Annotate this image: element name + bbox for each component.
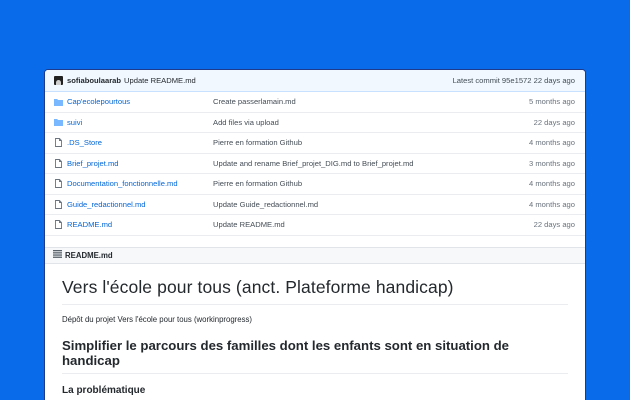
file-name-link[interactable]: Documentation_fonctionnelle.md [67, 179, 213, 188]
file-age: 3 months ago [528, 158, 575, 168]
folder-icon [54, 97, 63, 107]
commit-message[interactable]: Update README.md [124, 76, 196, 85]
file-commit-message[interactable]: Add files via upload [213, 118, 534, 127]
latest-commit-info[interactable]: Latest commit 95e1572 22 days ago [453, 76, 575, 85]
file-name-link[interactable]: Brief_projet.md [67, 159, 213, 168]
file-name-link[interactable]: suivi [67, 118, 213, 127]
file-age: 4 months ago [528, 179, 575, 189]
file-row[interactable]: Brief_projet.md Update and rename Brief_p… [45, 154, 585, 174]
file-commit-message[interactable]: Pierre en formation Github [213, 179, 529, 188]
file-commit-message[interactable]: Create passerlamain.md [213, 97, 529, 106]
commit-author[interactable]: sofiaboulaarab [67, 76, 121, 85]
file-row[interactable]: Cap'ecolepourtous Create passerlamain.md 5… [45, 92, 585, 113]
avatar[interactable] [54, 76, 63, 85]
file-age: 5 months ago [528, 97, 575, 107]
file-commit-message[interactable]: Update Guide_redactionnel.md [213, 200, 529, 209]
file-row[interactable]: .DS_Store Pierre en formation Github 4 mon… [45, 133, 585, 154]
file-name-link[interactable]: Guide_redactionnel.md [67, 200, 213, 209]
readme-body: Vers l'école pour tous (anct. Plateforme… [45, 264, 585, 396]
file-row[interactable]: suivi Add files via upload 22 days ago [45, 113, 585, 133]
file-name-link[interactable]: .DS_Store [67, 138, 213, 147]
list-icon [53, 250, 62, 260]
file-list: Cap'ecolepourtous Create passerlamain.md 5… [45, 92, 585, 236]
file-icon [54, 138, 63, 148]
file-icon [54, 220, 63, 230]
file-icon [54, 199, 63, 209]
file-commit-message[interactable]: Update and rename Brief_projet_DIG.md to… [213, 159, 529, 168]
readme-subsection-heading: La problématique [62, 384, 146, 396]
readme-intro: Dépôt du projet Vers l'école pour tous (… [62, 314, 253, 324]
file-icon [54, 179, 63, 189]
spacer [45, 235, 585, 247]
file-age: 22 days ago [533, 117, 575, 127]
file-row[interactable]: README.md Update README.md 22 days ago [45, 215, 585, 236]
readme-filename: README.md [65, 250, 113, 260]
repo-panel: sofiaboulaarab Update README.md Latest c… [44, 69, 586, 400]
file-age: 22 days ago [533, 220, 575, 230]
file-name-link[interactable]: README.md [67, 220, 213, 229]
file-row[interactable]: Guide_redactionnel.md Update Guide_redact… [45, 195, 585, 215]
file-age: 4 months ago [528, 199, 575, 209]
file-age: 4 months ago [528, 138, 575, 148]
file-commit-message[interactable]: Pierre en formation Github [213, 138, 529, 147]
file-name-link[interactable]: Cap'ecolepourtous [67, 97, 213, 106]
file-icon [54, 158, 63, 168]
file-commit-message[interactable]: Update README.md [213, 220, 534, 229]
readme-title: Vers l'école pour tous (anct. Plateforme… [62, 264, 568, 305]
readme-section-heading: Simplifier le parcours des familles dont… [62, 338, 568, 374]
folder-icon [54, 117, 63, 127]
readme-header: README.md [45, 246, 585, 264]
file-row[interactable]: Documentation_fonctionnelle.md Pierre en … [45, 174, 585, 195]
latest-commit-bar: sofiaboulaarab Update README.md Latest c… [45, 70, 585, 92]
